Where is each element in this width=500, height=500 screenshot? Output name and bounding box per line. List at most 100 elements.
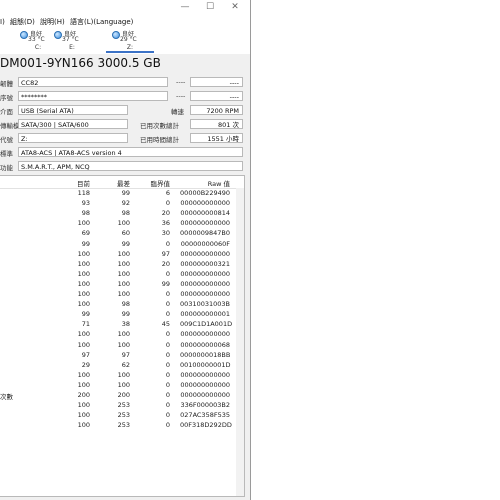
raw-value: 027AC358F535 — [180, 411, 230, 420]
threshold-value: 20 — [161, 209, 170, 218]
raw-value: 000000000000 — [180, 391, 230, 399]
menu-item-settings[interactable]: 組態(D) — [10, 16, 35, 28]
table-row[interactable]: 69 60 30 0000009847B0 — [0, 229, 244, 239]
current-value: 100 — [77, 330, 90, 339]
raw-value: 0000000018BB — [180, 350, 231, 359]
worst-value: 99 — [121, 189, 130, 197]
drive-temperature: 37 °C — [62, 36, 79, 43]
table-row[interactable]: 100 100 97 000000000000 — [0, 249, 244, 260]
features-value: S.M.A.R.T., APM, NCQ — [18, 161, 243, 171]
current-value: 71 — [81, 320, 90, 329]
current-value: 97 — [81, 350, 90, 359]
worst-value: 100 — [117, 340, 130, 349]
threshold-value: 0 — [165, 290, 170, 298]
table-row[interactable]: 71 38 45 009C1D1A001D — [0, 320, 244, 330]
header-raw-value[interactable]: Raw 值 — [180, 178, 230, 188]
header-current[interactable]: 目前 — [60, 178, 90, 188]
worst-value: 99 — [121, 310, 130, 319]
table-row[interactable]: 100 100 0 000000000000 — [0, 330, 244, 340]
standard-label: 標準 — [0, 150, 13, 158]
table-row[interactable]: 100 253 0 00F318D292DD — [0, 421, 244, 431]
serial-label: 序號 — [0, 94, 13, 102]
threshold-value: 0 — [165, 330, 170, 339]
table-row[interactable]: 99 99 0 000000000001 — [0, 310, 244, 320]
vertical-scrollbar[interactable] — [236, 188, 244, 496]
transfer-mode-value: SATA/300 | SATA/600 — [18, 119, 128, 129]
threshold-value: 97 — [161, 249, 170, 258]
current-value: 100 — [77, 421, 90, 430]
features-label: 功能 — [0, 164, 13, 172]
table-row[interactable]: 100 100 36 000000000000 — [0, 219, 244, 229]
table-row[interactable]: 100 100 0 000000000000 — [0, 380, 244, 391]
worst-value: 98 — [121, 209, 130, 218]
threshold-value: 6 — [165, 189, 170, 197]
worst-value: 100 — [117, 330, 130, 339]
table-row[interactable]: 118 99 6 00000B229490 — [0, 189, 244, 199]
threshold-value: 99 — [161, 279, 170, 288]
current-value: 93 — [81, 199, 90, 208]
menu-item-language[interactable]: 語言(L)(Language) — [70, 16, 133, 28]
table-row[interactable]: 100 100 0 000000000068 — [0, 340, 244, 351]
maximize-button[interactable]: ☐ — [203, 1, 217, 13]
raw-value: 000000000001 — [180, 310, 230, 319]
table-row[interactable]: 98 98 20 000000000814 — [0, 209, 244, 219]
close-button[interactable]: ✕ — [228, 1, 242, 13]
header-worst[interactable]: 最差 — [100, 178, 130, 188]
table-row[interactable]: 100 100 20 000000000321 — [0, 259, 244, 270]
table-row[interactable]: 100 100 0 000000000000 — [0, 290, 244, 300]
empty-field-label: ---- — [176, 92, 186, 100]
table-row[interactable]: 100 100 0 000000000000 — [0, 269, 244, 280]
worst-value: 100 — [117, 290, 130, 298]
table-row[interactable]: 100 253 0 027AC358F535 — [0, 411, 244, 421]
raw-value: 000000000000 — [180, 380, 230, 389]
drive-letter: E: — [69, 44, 75, 51]
table-row[interactable]: 次數 200 200 0 000000000000 — [0, 391, 244, 401]
power-on-hours-value: 1551 小時 — [190, 133, 243, 143]
current-value: 99 — [81, 310, 90, 319]
table-header: 目前 最差 臨界值 Raw 值 — [0, 176, 244, 189]
table-row[interactable]: 100 253 0 336F000003B2 — [0, 401, 244, 411]
threshold-value: 45 — [161, 320, 170, 329]
raw-value: 000000000000 — [180, 269, 230, 278]
crystaldiskinfo-window: — ☐ ✕ Ⅰ) 組態(D) 說明(H) 語言(L)(Language) 良好 … — [0, 0, 251, 500]
threshold-value: 20 — [161, 259, 170, 268]
table-row[interactable]: 29 62 0 00100000001D — [0, 360, 244, 371]
table-row[interactable]: 100 100 99 000000000000 — [0, 279, 244, 290]
raw-value: 000000000814 — [180, 209, 230, 218]
current-value: 100 — [77, 370, 90, 379]
threshold-value: 0 — [165, 239, 170, 248]
raw-value: 00310031003B — [180, 300, 230, 309]
table-row[interactable]: 100 100 0 000000000000 — [0, 370, 244, 381]
current-value: 100 — [77, 249, 90, 258]
interface-label: 介面 — [0, 108, 13, 116]
table-row[interactable]: 99 99 0 00000000060F — [0, 239, 244, 250]
worst-value: 92 — [121, 199, 130, 208]
table-row[interactable]: 97 97 0 0000000018BB — [0, 350, 244, 361]
smart-attributes-table[interactable]: 目前 最差 臨界值 Raw 值 118 99 6 00000B229490 93 92 0 0… — [0, 175, 245, 497]
current-value: 100 — [77, 411, 90, 420]
menu-item-function[interactable]: Ⅰ) — [0, 16, 5, 28]
worst-value: 253 — [117, 401, 130, 410]
drive-letter-label: 代號 — [0, 136, 13, 144]
header-threshold[interactable]: 臨界值 — [140, 178, 171, 188]
table-row[interactable]: 100 98 0 00310031003B — [0, 300, 244, 310]
drive-tab-e[interactable]: 良好 37 °C E: — [48, 29, 96, 53]
power-on-count-value: 801 次 — [190, 119, 243, 129]
raw-value: 000000000000 — [180, 199, 230, 208]
table-row[interactable]: 93 92 0 000000000000 — [0, 199, 244, 209]
drive-tab-z[interactable]: 良好 29 °C Z: — [106, 29, 154, 53]
health-status-icon — [20, 31, 28, 39]
threshold-value: 0 — [165, 421, 170, 430]
menu-bar: Ⅰ) 組態(D) 說明(H) 語言(L)(Language) — [0, 16, 250, 28]
worst-value: 99 — [121, 239, 130, 248]
current-value: 118 — [77, 189, 90, 197]
threshold-value: 0 — [165, 360, 170, 369]
worst-value: 98 — [121, 300, 130, 309]
worst-value: 200 — [117, 391, 130, 399]
menu-item-help[interactable]: 說明(H) — [40, 16, 65, 28]
threshold-value: 0 — [165, 199, 170, 208]
current-value: 100 — [77, 279, 90, 288]
minimize-button[interactable]: — — [178, 1, 192, 13]
drive-letter: Z: — [126, 44, 134, 51]
raw-value: 000000000000 — [180, 290, 230, 298]
